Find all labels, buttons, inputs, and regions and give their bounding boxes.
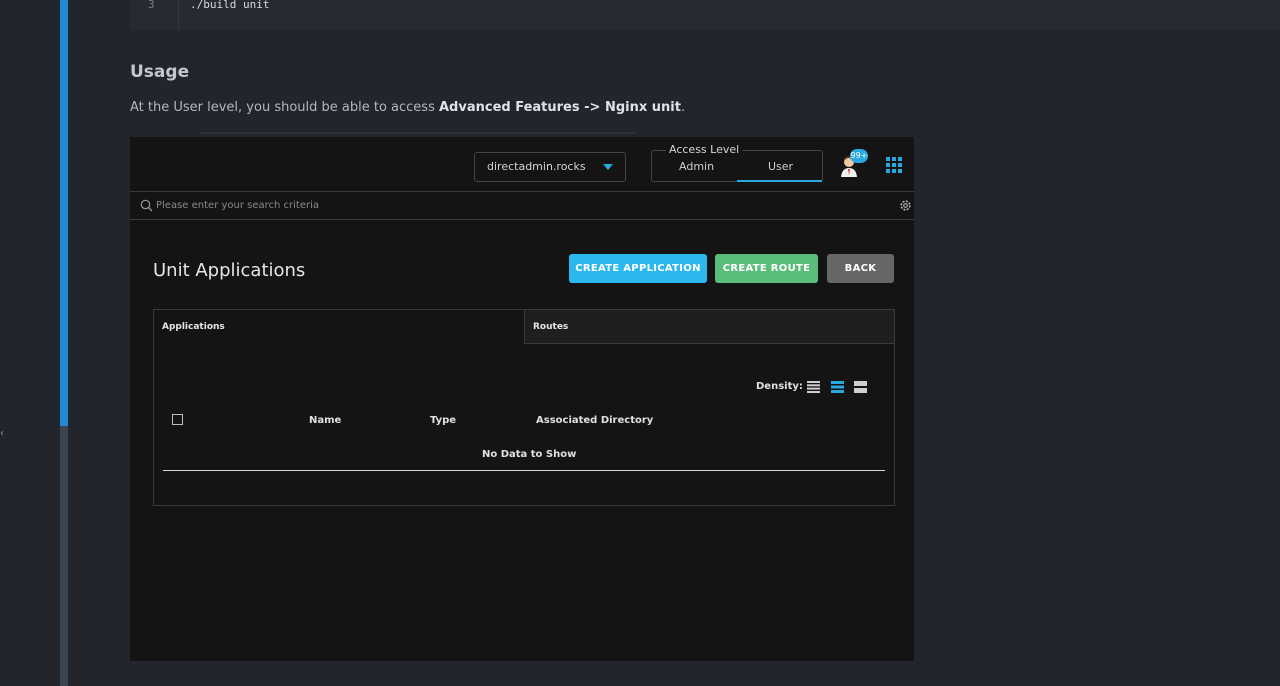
tab-applications-label: Applications xyxy=(162,322,225,332)
app-topbar: directadmin.rocks Access Level Admin Use… xyxy=(130,137,914,192)
image-top-edge xyxy=(200,132,636,134)
create-application-button[interactable]: CREATE APPLICATION xyxy=(569,254,707,283)
para-suffix: . xyxy=(680,100,686,115)
directadmin-screenshot: directadmin.rocks Access Level Admin Use… xyxy=(130,137,914,661)
back-button[interactable]: BACK xyxy=(827,254,894,283)
para-bold: Advanced Features -> Nginx unit xyxy=(439,100,681,115)
apps-grid-icon[interactable] xyxy=(886,157,902,173)
column-header-type[interactable]: Type xyxy=(430,415,456,426)
caret-down-icon xyxy=(603,164,613,170)
page-title: Unit Applications xyxy=(153,260,306,281)
scrollbar-thumb[interactable] xyxy=(60,0,68,426)
code-gutter: 3 xyxy=(130,0,179,30)
column-header-name[interactable]: Name xyxy=(309,415,341,426)
access-level-selected-indicator xyxy=(737,180,822,182)
density-comfortable-icon[interactable] xyxy=(854,381,867,393)
tab-applications[interactable]: Applications xyxy=(154,310,524,344)
density-standard-icon[interactable] xyxy=(831,381,844,393)
table-divider xyxy=(163,470,885,471)
access-level-user[interactable]: User xyxy=(768,160,793,173)
usage-paragraph: At the User level, you should be able to… xyxy=(130,100,685,115)
section-heading: Usage xyxy=(130,62,190,82)
create-route-button[interactable]: CREATE ROUTE xyxy=(715,254,818,283)
domain-select-value: directadmin.rocks xyxy=(487,160,586,173)
empty-table-message: No Data to Show xyxy=(482,449,577,460)
left-rail xyxy=(0,0,68,686)
tab-routes[interactable]: Routes xyxy=(524,310,894,344)
notifications-badge[interactable]: 99+ xyxy=(850,149,868,163)
access-level-toggle: Access Level Admin User xyxy=(651,143,823,182)
search-bar xyxy=(130,192,914,220)
code-line: ./build unit xyxy=(190,0,270,11)
para-prefix: At the User level, you should be able to… xyxy=(130,100,439,115)
tab-routes-label: Routes xyxy=(533,322,569,332)
line-number: 3 xyxy=(148,0,155,11)
code-block: 3 ./build unit xyxy=(130,0,1280,30)
select-all-checkbox[interactable] xyxy=(172,414,183,425)
access-level-admin[interactable]: Admin xyxy=(679,160,714,173)
access-level-legend: Access Level xyxy=(666,143,743,156)
search-input[interactable] xyxy=(156,196,856,214)
domain-select[interactable]: directadmin.rocks xyxy=(474,152,626,182)
rail-collapse-mark[interactable]: ‹ xyxy=(0,428,4,439)
applications-panel: Applications Routes Density: Name Type A… xyxy=(153,309,895,506)
density-compact-icon[interactable] xyxy=(807,381,820,393)
column-header-associated-directory[interactable]: Associated Directory xyxy=(536,415,653,426)
density-label: Density: xyxy=(756,381,803,392)
search-icon xyxy=(140,199,153,212)
settings-icon[interactable] xyxy=(899,199,912,212)
